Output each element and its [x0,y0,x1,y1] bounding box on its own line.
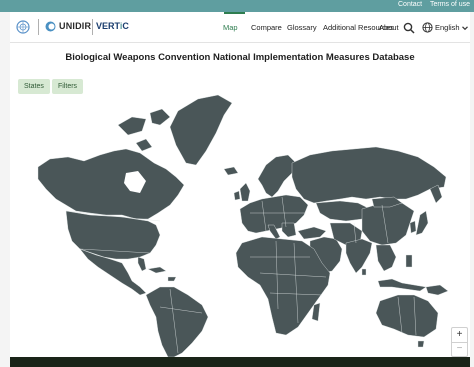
language-selector[interactable]: English [435,23,460,32]
country-balkans [281,222,297,238]
page-title: Biological Weapons Convention National I… [65,52,415,63]
chevron-down-icon[interactable] [461,24,469,32]
country-sri-lanka [361,268,367,276]
nav-compare[interactable]: Compare [251,23,282,32]
region-southeast-asia [375,244,397,272]
country-australia [375,294,439,338]
state-florida [137,256,147,272]
unidir-logo-icon[interactable] [45,21,56,32]
terms-of-use-link[interactable]: Terms of use [430,1,470,8]
unidir-wordmark[interactable]: UNIDIR [59,21,91,31]
country-philippines [405,254,413,268]
country-turkey [297,226,327,240]
page-footer [10,357,470,367]
un-emblem-icon[interactable] [16,20,30,34]
country-canada [37,148,185,220]
world-map[interactable]: States Filters + − [10,73,470,357]
country-india [345,238,373,274]
states-button[interactable]: States [18,79,50,94]
site-header: UNIDIR VERTiC Map Compare Glossary Addit… [10,12,470,43]
state-tasmania [417,340,425,348]
country-japan [415,210,429,236]
logo-divider [38,19,39,35]
search-icon[interactable] [403,22,415,34]
zoom-out-button[interactable]: − [452,342,467,356]
country-canada-arctic [117,108,171,152]
region-indonesia [377,278,427,292]
country-russia [291,146,447,204]
globe-icon[interactable] [422,22,433,33]
country-iceland [223,166,239,176]
contact-link[interactable]: Contact [398,1,422,8]
vertic-wordmark[interactable]: VERTiC [96,21,129,31]
country-scandinavia [257,154,297,198]
country-papua-new-guinea [425,284,449,296]
zoom-in-button[interactable]: + [452,328,467,343]
nav-glossary[interactable]: Glossary [287,23,317,32]
top-bar: Contact Terms of use [0,0,474,12]
active-nav-indicator [224,12,245,14]
nav-map[interactable]: Map [223,23,238,32]
zoom-control: + − [451,327,468,357]
world-map-canvas[interactable] [10,73,470,357]
country-united-kingdom [239,182,251,202]
caribbean-islands [147,266,177,282]
logo-divider [92,19,93,35]
country-korea [409,220,417,234]
country-ireland [233,190,241,201]
filters-button[interactable]: Filters [52,79,84,94]
country-greenland [169,94,233,166]
nav-about[interactable]: About [379,23,399,32]
title-bar: Biological Weapons Convention National I… [10,43,470,74]
country-china [361,202,415,246]
